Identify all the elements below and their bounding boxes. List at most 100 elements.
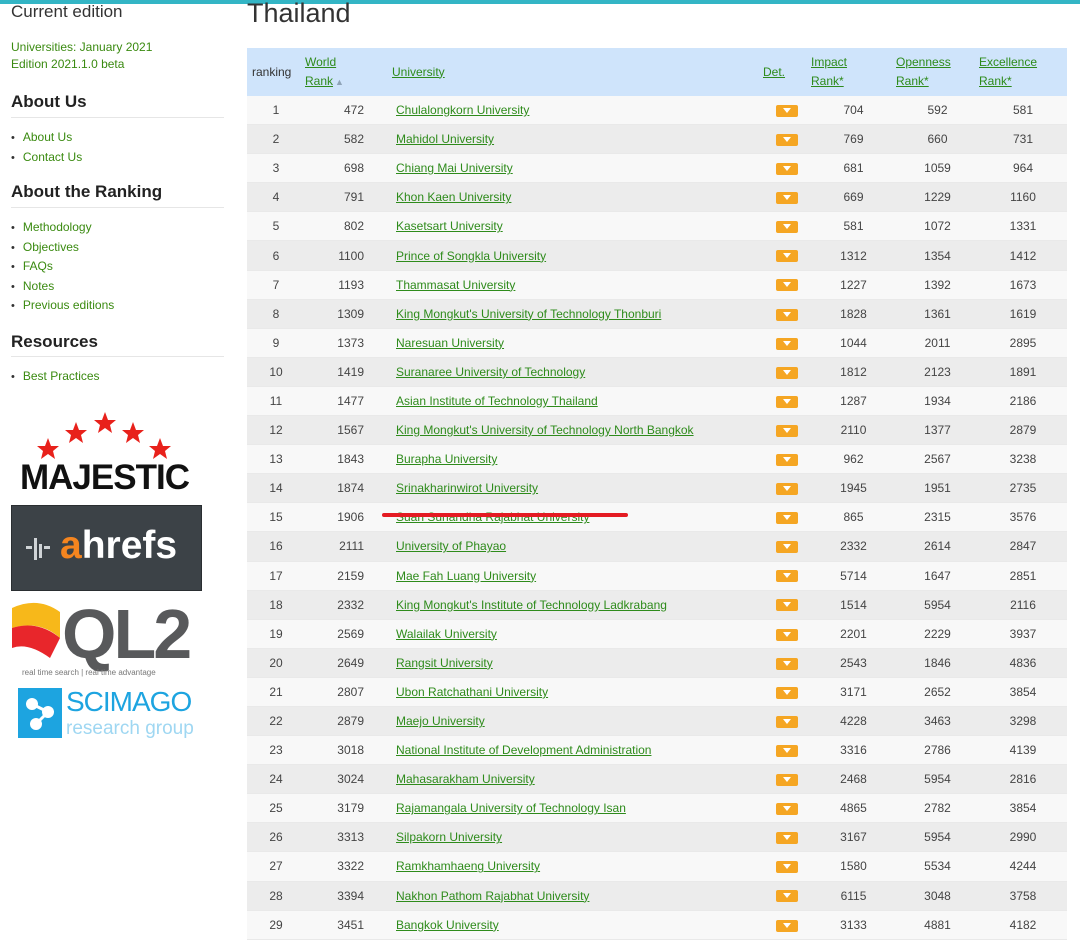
- edition-version[interactable]: Edition 2021.1.0 beta: [11, 57, 124, 71]
- university-cell[interactable]: Nakhon Pathom Rajabhat University: [390, 881, 763, 911]
- university-link[interactable]: Chiang Mai University: [396, 161, 513, 175]
- det-cell[interactable]: [763, 328, 811, 358]
- det-cell[interactable]: [763, 881, 811, 911]
- university-cell[interactable]: Thammasat University: [390, 270, 763, 300]
- openness-sort-link[interactable]: Openness Rank*: [896, 55, 951, 88]
- details-dropdown-icon[interactable]: [776, 395, 798, 408]
- det-cell[interactable]: [763, 153, 811, 184]
- university-cell[interactable]: National Institute of Development Admini…: [390, 735, 763, 766]
- det-cell[interactable]: [763, 299, 811, 329]
- col-impact-header[interactable]: Impact Rank*: [811, 48, 896, 96]
- det-cell[interactable]: [763, 590, 811, 620]
- nav-faqs[interactable]: FAQs: [11, 257, 114, 277]
- university-link[interactable]: Asian Institute of Technology Thailand: [396, 394, 598, 408]
- majestic-logo[interactable]: MAJESTIC: [10, 408, 200, 500]
- university-link[interactable]: National Institute of Development Admini…: [396, 743, 651, 757]
- university-cell[interactable]: Mae Fah Luang University: [390, 561, 763, 591]
- university-link[interactable]: Ramkhamhaeng University: [396, 859, 540, 873]
- det-cell[interactable]: [763, 357, 811, 387]
- excellence-sort-link[interactable]: Excellence Rank*: [979, 55, 1037, 88]
- university-cell[interactable]: Bangkok University: [390, 910, 763, 940]
- university-cell[interactable]: King Mongkut's University of Technology …: [390, 299, 763, 329]
- university-link[interactable]: Chulalongkorn University: [396, 103, 529, 117]
- det-cell[interactable]: [763, 910, 811, 940]
- university-link[interactable]: Maejo University: [396, 714, 485, 728]
- university-cell[interactable]: Rajamangala University of Technology Isa…: [390, 793, 763, 824]
- det-cell[interactable]: [763, 531, 811, 562]
- university-sort-link[interactable]: University: [392, 65, 445, 79]
- university-link[interactable]: Nakhon Pathom Rajabhat University: [396, 889, 589, 903]
- university-cell[interactable]: Kasetsart University: [390, 211, 763, 242]
- university-link[interactable]: Rangsit University: [396, 656, 493, 670]
- university-cell[interactable]: Rangsit University: [390, 648, 763, 678]
- impact-sort-link[interactable]: Impact Rank*: [811, 55, 847, 88]
- details-dropdown-icon[interactable]: [776, 686, 798, 699]
- university-link[interactable]: Kasetsart University: [396, 219, 503, 233]
- col-excellence-header[interactable]: Excellence Rank*: [979, 48, 1067, 96]
- det-cell[interactable]: [763, 124, 811, 155]
- details-dropdown-icon[interactable]: [776, 570, 798, 583]
- university-link[interactable]: Mahidol University: [396, 132, 494, 146]
- details-dropdown-icon[interactable]: [776, 192, 798, 205]
- nav-previous-editions[interactable]: Previous editions: [11, 296, 114, 316]
- nav-contact-us[interactable]: Contact Us: [11, 148, 82, 168]
- university-link[interactable]: Burapha University: [396, 452, 497, 466]
- det-cell[interactable]: [763, 822, 811, 853]
- det-cell[interactable]: [763, 473, 811, 504]
- details-dropdown-icon[interactable]: [776, 744, 798, 757]
- det-cell[interactable]: [763, 561, 811, 591]
- nav-objectives[interactable]: Objectives: [11, 238, 114, 258]
- col-world-rank-header[interactable]: World Rank ▲: [305, 48, 390, 96]
- university-cell[interactable]: Chiang Mai University: [390, 153, 763, 184]
- col-university-header[interactable]: University: [390, 48, 763, 96]
- university-link[interactable]: Thammasat University: [396, 278, 515, 292]
- details-dropdown-icon[interactable]: [776, 104, 798, 117]
- university-link[interactable]: Bangkok University: [396, 918, 499, 932]
- university-cell[interactable]: King Mongkut's Institute of Technology L…: [390, 590, 763, 620]
- university-link[interactable]: Srinakharinwirot University: [396, 481, 538, 495]
- university-link[interactable]: University of Phayao: [396, 539, 506, 553]
- col-openness-header[interactable]: Openness Rank*: [896, 48, 979, 96]
- university-link[interactable]: King Mongkut's Institute of Technology L…: [396, 598, 667, 612]
- details-dropdown-icon[interactable]: [776, 512, 798, 525]
- details-dropdown-icon[interactable]: [776, 454, 798, 466]
- details-dropdown-icon[interactable]: [776, 250, 798, 263]
- details-dropdown-icon[interactable]: [776, 657, 798, 670]
- det-cell[interactable]: [763, 96, 811, 126]
- university-cell[interactable]: Silpakorn University: [390, 822, 763, 853]
- university-cell[interactable]: Khon Kaen University: [390, 182, 763, 213]
- det-cell[interactable]: [763, 648, 811, 678]
- det-cell[interactable]: [763, 211, 811, 242]
- det-cell[interactable]: [763, 270, 811, 300]
- det-cell[interactable]: [763, 851, 811, 882]
- university-cell[interactable]: Srinakharinwirot University: [390, 473, 763, 504]
- university-cell[interactable]: Maejo University: [390, 706, 763, 737]
- university-cell[interactable]: King Mongkut's University of Technology …: [390, 415, 763, 446]
- details-dropdown-icon[interactable]: [776, 308, 798, 321]
- nav-best-practices[interactable]: Best Practices: [11, 367, 100, 387]
- university-cell[interactable]: Walailak University: [390, 619, 763, 649]
- scimago-logo[interactable]: SCIMAGO research group: [18, 686, 208, 742]
- university-cell[interactable]: University of Phayao: [390, 531, 763, 562]
- ql2-logo[interactable]: QL2 real time search | real time advanta…: [10, 595, 205, 680]
- det-cell[interactable]: [763, 764, 811, 795]
- nav-about-us[interactable]: About Us: [11, 128, 82, 148]
- details-dropdown-icon[interactable]: [776, 163, 798, 176]
- det-cell[interactable]: [763, 444, 811, 475]
- ahrefs-logo[interactable]: ahrefs: [11, 505, 202, 591]
- details-dropdown-icon[interactable]: [776, 279, 798, 292]
- university-cell[interactable]: Mahidol University: [390, 124, 763, 155]
- det-cell[interactable]: [763, 677, 811, 707]
- det-cell[interactable]: [763, 415, 811, 446]
- details-dropdown-icon[interactable]: [776, 890, 798, 903]
- university-cell[interactable]: Chulalongkorn University: [390, 96, 763, 126]
- det-cell[interactable]: [763, 735, 811, 766]
- details-dropdown-icon[interactable]: [776, 628, 798, 641]
- details-dropdown-icon[interactable]: [776, 599, 798, 612]
- det-cell[interactable]: [763, 386, 811, 417]
- university-link[interactable]: Ubon Ratchathani University: [396, 685, 548, 699]
- col-det-header[interactable]: Det.: [763, 48, 811, 96]
- details-dropdown-icon[interactable]: [776, 337, 798, 350]
- det-cell[interactable]: [763, 619, 811, 649]
- university-cell[interactable]: Prince of Songkla University: [390, 240, 763, 271]
